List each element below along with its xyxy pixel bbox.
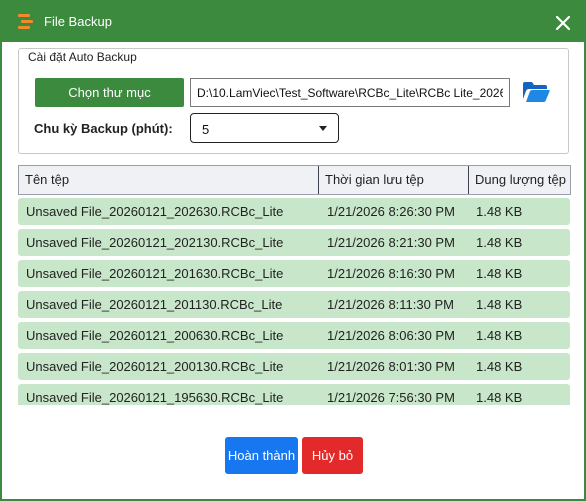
chevron-down-icon bbox=[319, 126, 327, 131]
column-header-saved-time[interactable]: Thời gian lưu tệp bbox=[319, 166, 469, 194]
table-row[interactable]: Unsaved File_20260121_200130.RCBc_Lite 1… bbox=[18, 353, 570, 380]
window-title: File Backup bbox=[44, 14, 112, 29]
choose-folder-button[interactable]: Chọn thư mục bbox=[35, 78, 184, 107]
table-row[interactable]: Unsaved File_20260121_201130.RCBc_Lite 1… bbox=[18, 291, 570, 318]
file-name-cell: Unsaved File_20260121_200630.RCBc_Lite bbox=[26, 328, 284, 343]
column-header-file-name[interactable]: Tên tệp bbox=[19, 166, 319, 194]
file-size-cell: 1.48 KB bbox=[476, 297, 523, 312]
saved-time-cell: 1/21/2026 8:06:30 PM bbox=[327, 328, 455, 343]
backup-period-dropdown[interactable]: 5 bbox=[190, 113, 339, 143]
file-size-cell: 1.48 KB bbox=[476, 328, 523, 343]
menu-lines-icon bbox=[18, 14, 34, 30]
title-bar: File Backup bbox=[2, 2, 584, 42]
table-header: Tên tệp Thời gian lưu tệp Dung lượng tệp bbox=[18, 165, 571, 195]
table-row[interactable]: Unsaved File_20260121_200630.RCBc_Lite 1… bbox=[18, 322, 570, 349]
file-size-cell: 1.48 KB bbox=[476, 390, 523, 405]
file-backup-window: File Backup Cài đặt Auto Backup Chọn thư… bbox=[0, 0, 586, 501]
table-row[interactable]: Unsaved File_20260121_195630.RCBc_Lite 1… bbox=[18, 384, 570, 405]
column-header-file-size[interactable]: Dung lượng tệp bbox=[469, 166, 570, 194]
backup-period-value: 5 bbox=[202, 122, 210, 137]
done-button[interactable]: Hoàn thành bbox=[225, 437, 298, 474]
folder-path-field[interactable] bbox=[190, 78, 510, 107]
saved-time-cell: 1/21/2026 8:21:30 PM bbox=[327, 235, 455, 250]
saved-time-cell: 1/21/2026 8:11:30 PM bbox=[327, 297, 454, 312]
file-size-cell: 1.48 KB bbox=[476, 359, 523, 374]
cancel-button[interactable]: Hủy bỏ bbox=[302, 437, 363, 474]
file-name-cell: Unsaved File_20260121_201630.RCBc_Lite bbox=[26, 266, 284, 281]
backup-period-label: Chu kỳ Backup (phút): bbox=[34, 121, 173, 136]
saved-time-cell: 1/21/2026 8:16:30 PM bbox=[327, 266, 455, 281]
file-name-cell: Unsaved File_20260121_202630.RCBc_Lite bbox=[26, 204, 284, 219]
file-name-cell: Unsaved File_20260121_201130.RCBc_Lite bbox=[26, 297, 283, 312]
file-name-cell: Unsaved File_20260121_202130.RCBc_Lite bbox=[26, 235, 284, 250]
auto-backup-group-title: Cài đặt Auto Backup bbox=[24, 50, 141, 64]
saved-time-cell: 1/21/2026 8:01:30 PM bbox=[327, 359, 455, 374]
folder-open-icon[interactable] bbox=[522, 81, 550, 103]
table-row[interactable]: Unsaved File_20260121_202630.RCBc_Lite 1… bbox=[18, 198, 570, 225]
table-row[interactable]: Unsaved File_20260121_202130.RCBc_Lite 1… bbox=[18, 229, 570, 256]
file-name-cell: Unsaved File_20260121_195630.RCBc_Lite bbox=[26, 390, 284, 405]
file-size-cell: 1.48 KB bbox=[476, 235, 523, 250]
table-row[interactable]: Unsaved File_20260121_201630.RCBc_Lite 1… bbox=[18, 260, 570, 287]
backup-file-table: Tên tệp Thời gian lưu tệp Dung lượng tệp… bbox=[18, 165, 571, 405]
saved-time-cell: 1/21/2026 8:26:30 PM bbox=[327, 204, 455, 219]
file-name-cell: Unsaved File_20260121_200130.RCBc_Lite bbox=[26, 359, 284, 374]
file-size-cell: 1.48 KB bbox=[476, 266, 523, 281]
file-size-cell: 1.48 KB bbox=[476, 204, 523, 219]
saved-time-cell: 1/21/2026 7:56:30 PM bbox=[327, 390, 455, 405]
close-icon[interactable] bbox=[550, 10, 576, 36]
